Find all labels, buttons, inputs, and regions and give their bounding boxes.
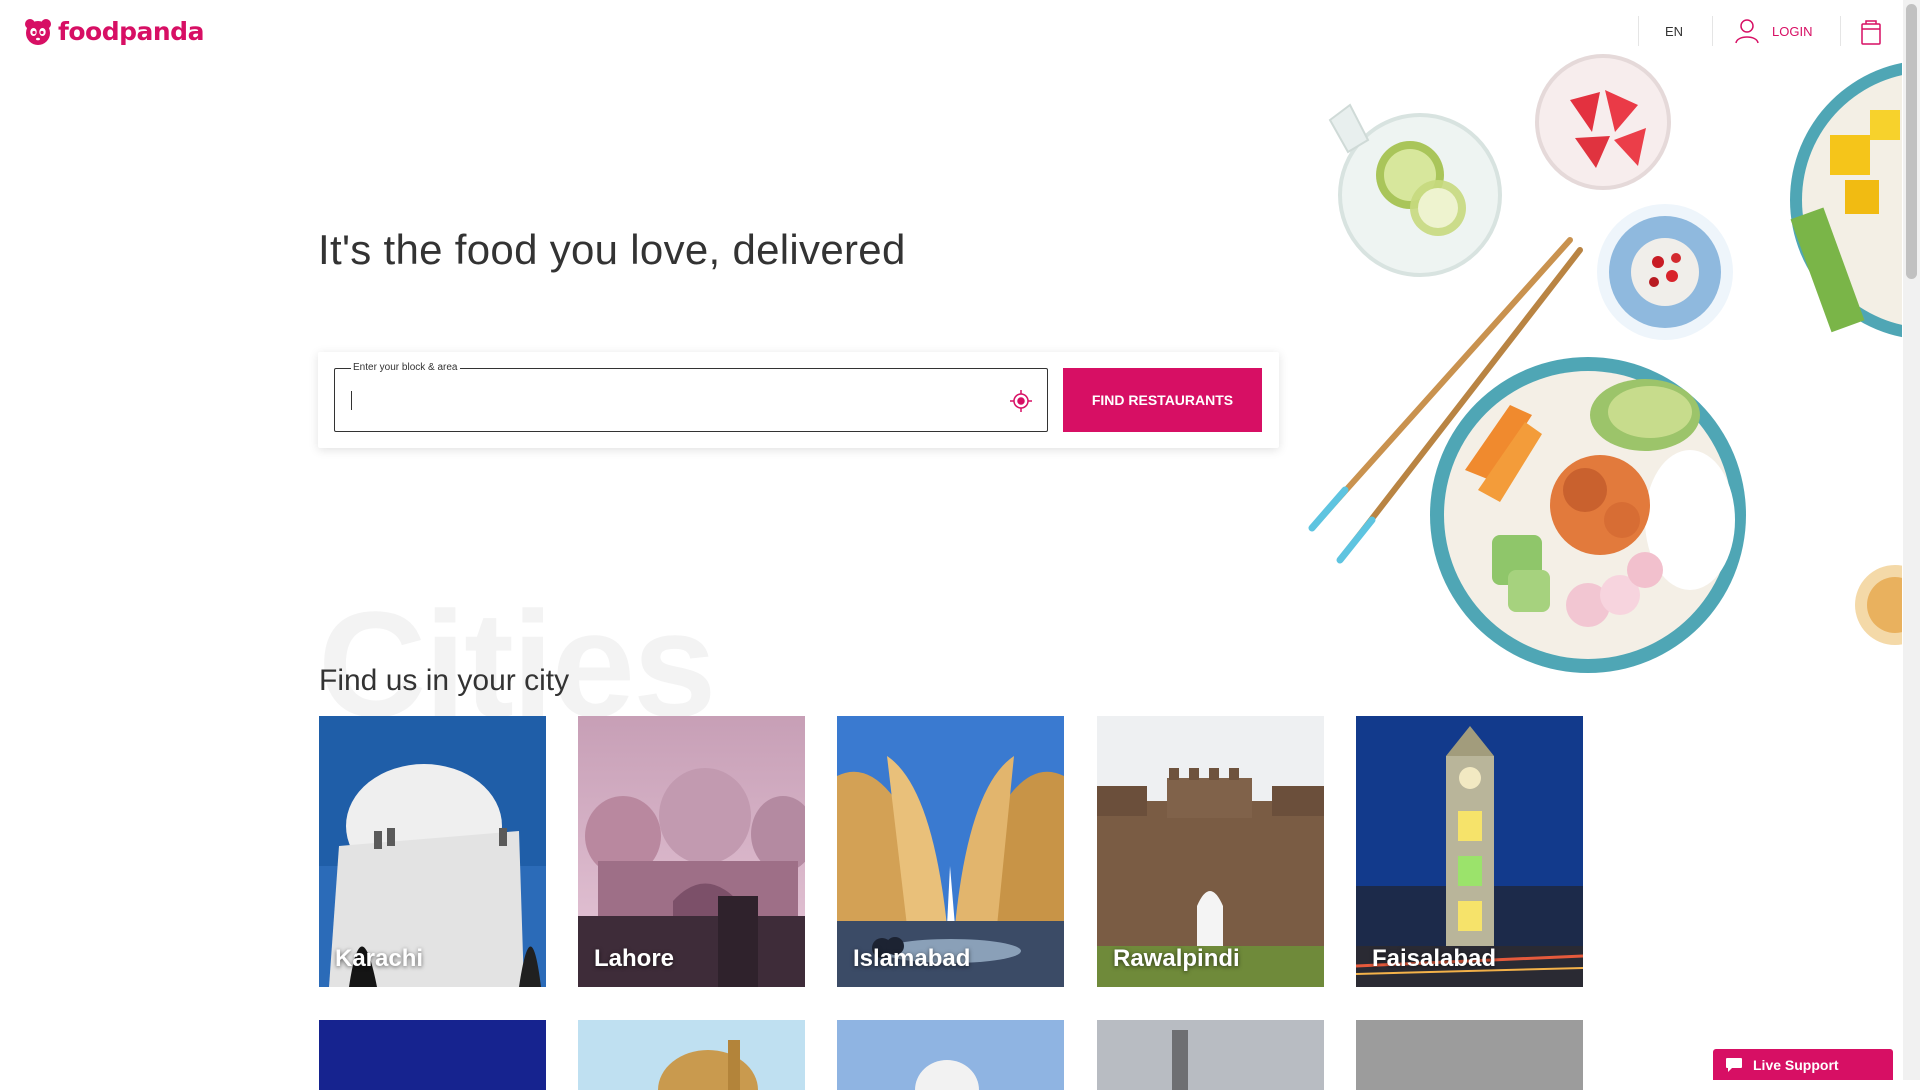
language-selector[interactable]: EN	[1665, 24, 1683, 39]
find-restaurants-button[interactable]: FIND RESTAURANTS	[1063, 368, 1262, 432]
lime-water-jug	[1328, 103, 1502, 277]
city-tile-rawalpindi[interactable]: Rawalpindi	[1097, 716, 1324, 987]
foodpanda-logo[interactable]: foodpanda	[24, 17, 204, 46]
hero-food-image	[1308, 54, 1902, 673]
cart-button[interactable]	[1860, 18, 1882, 51]
city-name: Lahore	[594, 945, 675, 972]
live-support-label: Live Support	[1753, 1056, 1839, 1073]
live-support-button[interactable]: Live Support	[1713, 1049, 1893, 1080]
city-name: Karachi	[335, 945, 424, 972]
cities-title: Find us in your city	[319, 664, 570, 697]
locate-me-icon[interactable]	[1009, 389, 1033, 413]
city-tile-islamabad[interactable]: Islamabad	[837, 716, 1064, 987]
strawberry-glass	[1535, 54, 1671, 190]
address-field-label: Enter your block & area	[351, 362, 460, 373]
login-button[interactable]: LOGIN	[1734, 18, 1812, 44]
user-icon	[1735, 19, 1759, 44]
header-divider	[1712, 16, 1713, 46]
address-input[interactable]	[349, 387, 993, 415]
brand-name: foodpanda	[58, 17, 204, 46]
chat-bubble-icon	[1726, 1057, 1742, 1072]
search-card: Enter your block & area FIND RESTAURANTS	[318, 352, 1279, 448]
city-name: Faisalabad	[1372, 945, 1497, 972]
city-tile-lahore[interactable]: Lahore	[578, 716, 805, 987]
address-field[interactable]: Enter your block & area	[334, 362, 1048, 432]
header-divider	[1638, 16, 1639, 46]
shopping-bag-icon	[1861, 20, 1881, 45]
city-name: Rawalpindi	[1113, 945, 1240, 972]
hero-title: It's the food you love, delivered	[318, 226, 906, 273]
city-tile-karachi[interactable]: Karachi	[319, 716, 546, 987]
scrollbar-thumb[interactable]	[1906, 4, 1917, 279]
login-label: LOGIN	[1772, 23, 1813, 39]
chili-bowl	[1597, 204, 1733, 340]
mango-bowl	[1790, 62, 1902, 338]
page-scrollbar[interactable]	[1903, 0, 1920, 1080]
header-divider	[1840, 16, 1841, 46]
city-tile-faisalabad[interactable]: Faisalabad	[1356, 716, 1583, 987]
poke-bowl	[1430, 357, 1746, 673]
panda-icon	[25, 18, 51, 45]
city-name: Islamabad	[853, 945, 971, 972]
